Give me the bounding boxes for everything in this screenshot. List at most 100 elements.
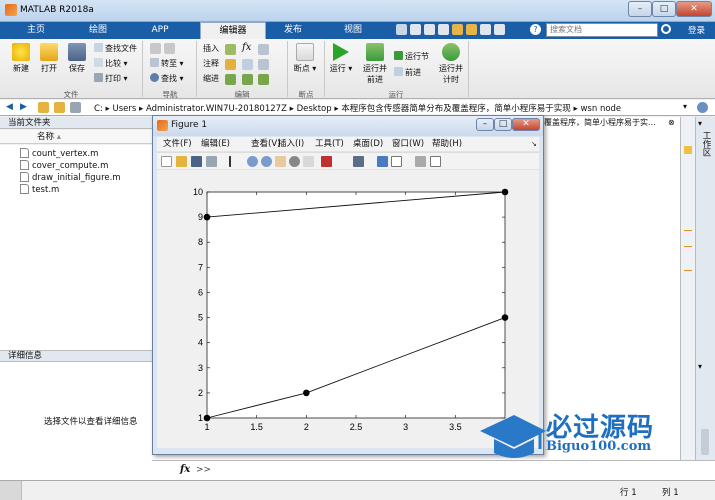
breadcrumb-users[interactable]: Users [112,104,136,114]
scroll-down-icon[interactable]: ▾ [698,362,702,371]
insert-function-fx-icon[interactable]: fx [242,42,251,53]
compare-button[interactable]: 比较 ▾ [94,58,128,70]
browse-folder-icon[interactable] [54,102,65,113]
find-files-button[interactable]: 查找文件 [94,43,137,55]
zoom-in-icon[interactable] [247,156,258,167]
warning-line-marker[interactable] [684,246,692,247]
breadcrumb-administrator[interactable]: Administrator.WIN7U-20180127Z [146,104,287,114]
link-plot-icon[interactable] [353,156,364,167]
save-figure-icon[interactable] [191,156,202,167]
forward-nav-icon[interactable] [164,43,175,54]
figure-minimize-button[interactable]: – [476,118,494,131]
back-arrow-icon[interactable]: ◀ [6,102,13,112]
login-link[interactable]: 登录 [688,24,705,36]
menu-dock-icon[interactable]: ↘ [531,137,537,151]
tab-publish[interactable]: 发布 [268,22,318,39]
breadcrumb-c-drive[interactable]: C: [94,104,103,114]
name-column-header[interactable]: 名称 ▴ [0,130,152,144]
menu-file[interactable]: 文件(F) [163,137,192,151]
menu-window[interactable]: 窗口(W) [392,137,424,151]
cut-icon[interactable] [410,24,421,35]
run-button[interactable]: 运行 ▾ [326,43,356,74]
paste-icon[interactable] [438,24,449,35]
warning-marker-icon[interactable] [684,146,692,154]
file-item[interactable]: test.m [20,184,59,195]
maximize-button[interactable]: □ [652,1,676,17]
tab-view[interactable]: 视图 [328,22,378,39]
insert-button[interactable]: 插入 [203,43,219,55]
scrollbar-thumb[interactable] [701,429,709,455]
run-and-time-button[interactable]: 运行并 计时 [434,43,468,85]
menu-edit[interactable]: 编辑(E) [201,137,230,151]
comment-percent-icon[interactable] [225,59,236,70]
new-figure-icon[interactable] [161,156,172,167]
file-item[interactable]: draw_initial_figure.m [20,172,121,183]
save-icon[interactable] [396,24,407,35]
help-question-icon[interactable]: ? [530,24,541,35]
tab-home[interactable]: 主页 [8,22,64,39]
run-and-advance-button[interactable]: 运行并 前进 [360,43,390,85]
uncomment-icon[interactable] [242,59,253,70]
warning-line-marker[interactable] [684,270,692,271]
new-button[interactable]: 新建 [6,43,36,74]
undo-icon[interactable] [452,24,463,35]
wrap-comments-icon[interactable] [258,59,269,70]
open-file-icon[interactable] [176,156,187,167]
workspace-tab[interactable]: 工作区 [699,131,711,157]
search-icon[interactable] [661,24,671,34]
copy-icon[interactable] [424,24,435,35]
breadcrumb-wsn-node[interactable]: wsn node [580,104,621,114]
root-icon[interactable] [70,102,81,113]
redo-icon[interactable] [466,24,477,35]
menu-desktop[interactable]: 桌面(D) [353,137,383,151]
increase-indent-icon[interactable] [242,74,253,85]
decrease-indent-icon[interactable] [258,74,269,85]
command-prompt[interactable]: >> [196,465,211,475]
show-plot-tools-icon[interactable] [430,156,441,167]
brush-icon[interactable] [321,156,332,167]
insert-text-icon[interactable] [258,44,269,55]
back-nav-icon[interactable] [150,43,161,54]
insert-section-icon[interactable] [225,44,236,55]
indent-button[interactable]: 缩进 [203,73,219,85]
menu-insert[interactable]: 插入(I) [278,137,304,151]
print-figure-icon[interactable] [206,156,217,167]
minimize-button[interactable]: – [628,1,652,17]
pan-hand-icon[interactable] [275,156,286,167]
breadcrumb[interactable]: C: ▸ Users ▸ Administrator.WIN7U-2018012… [94,102,621,114]
tab-editor[interactable]: 编辑器 [200,22,266,39]
comment-button[interactable]: 注释 [203,58,219,70]
find-button[interactable]: 查找 ▾ [150,73,184,85]
goto-button[interactable]: 转至 ▾ [150,58,184,70]
tab-plots[interactable]: 绘图 [68,22,128,39]
search-documentation-input[interactable]: 搜索文档 [546,23,658,37]
rotate-3d-icon[interactable] [289,156,300,167]
forward-arrow-icon[interactable]: ▶ [20,102,27,112]
insert-legend-icon[interactable] [391,156,402,167]
file-item[interactable]: cover_compute.m [20,160,108,171]
workspace-collapse-icon[interactable]: ▾ [698,119,702,128]
data-cursor-icon[interactable] [303,156,314,167]
address-dropdown-icon[interactable]: ▾ [683,102,687,111]
figure-title-bar[interactable]: Figure 1 – □ ✕ [153,116,543,136]
save-button[interactable]: 保存 [62,43,92,74]
search-folder-icon[interactable] [697,102,708,113]
figure-maximize-button[interactable]: □ [494,118,512,131]
breadcrumb-desktop[interactable]: Desktop [297,104,332,114]
close-button[interactable]: ✕ [676,1,712,17]
run-section-button[interactable]: 运行节 [394,51,429,63]
smart-indent-icon[interactable] [225,74,236,85]
up-folder-icon[interactable] [38,102,49,113]
zoom-out-icon[interactable] [261,156,272,167]
figure-close-button[interactable]: ✕ [512,118,540,131]
breadcrumb-project-folder[interactable]: 本程序包含传感器简单分布及覆盖程序，简单小程序易于实现 [341,104,571,114]
open-button[interactable]: 打开 [34,43,64,74]
menu-view[interactable]: 查看(V) [251,137,280,151]
insert-colorbar-icon[interactable] [377,156,388,167]
edit-plot-arrow-icon[interactable] [229,156,240,167]
tab-apps[interactable]: APP [132,22,188,39]
print-button[interactable]: 打印 ▾ [94,73,128,85]
help-icon[interactable] [494,24,505,35]
advance-button[interactable]: 前进 [394,67,421,79]
switch-windows-icon[interactable] [480,24,491,35]
